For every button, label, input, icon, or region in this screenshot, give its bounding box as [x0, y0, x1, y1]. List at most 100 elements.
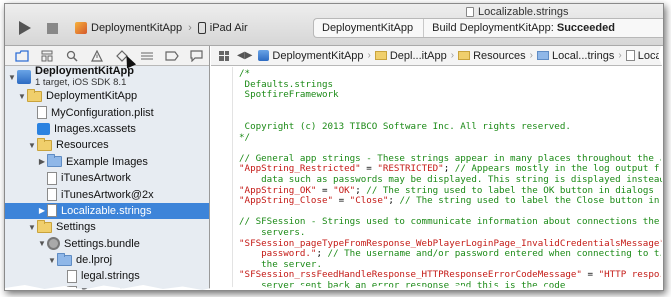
code-string: "AppString_OK": [239, 184, 317, 196]
code-text[interactable]: /* Defaults.strings SpotfireFramework Co…: [239, 69, 663, 290]
tree-item[interactable]: ▶ Localizable.strings: [5, 202, 209, 220]
jump-bar: ◀ ▶ DeploymentKitApp › Depl...itApp › Resour…: [211, 46, 663, 66]
chevron-right-icon: ›: [450, 50, 455, 61]
project-root-text: DeploymentKitApp 1 target, iOS SDK 8.1: [35, 66, 134, 89]
build-status-prefix: Build DeploymentKitApp:: [432, 22, 554, 34]
code-token: =: [360, 163, 378, 175]
disclosure-open-icon[interactable]: ▼: [47, 256, 57, 265]
code-string: "HTTP response: [598, 269, 663, 281]
code-comment: // The username and/or password entered …: [327, 248, 663, 260]
code-comment: // The string used to label the OK butto…: [366, 184, 663, 196]
jump-bar-item[interactable]: DeploymentKitApp: [258, 49, 364, 62]
file-icon: [47, 204, 57, 218]
disclosure-closed-icon[interactable]: ▶: [37, 157, 47, 166]
code-line: */: [239, 131, 663, 144]
jump-bar-path: DeploymentKitApp › Depl...itApp › Resources ›…: [258, 49, 663, 62]
code-comment: // Appears mostly in the log output from: [454, 163, 663, 175]
jump-bar-item[interactable]: Depl...itApp: [374, 50, 447, 62]
forward-arrow-icon[interactable]: ▶: [245, 50, 253, 61]
project-navigator: ▼ DeploymentKitApp 1 target, iOS SDK 8.1…: [5, 46, 210, 290]
file-icon: [37, 106, 47, 120]
jump-bar-item-label: DeploymentKitApp: [272, 49, 364, 62]
tree-item-label: Settings: [56, 221, 96, 234]
disclosure-closed-icon[interactable]: ▶: [37, 206, 47, 215]
folder-icon: [374, 51, 387, 60]
symbol-navigator-tab-icon[interactable]: [38, 49, 55, 63]
disclosure-open-icon[interactable]: ▼: [27, 141, 37, 150]
tree-item[interactable]: iTunesArtwork@2x: [5, 186, 209, 202]
disclosure-open-icon[interactable]: ▼: [37, 239, 47, 248]
chevron-right-icon: ›: [529, 50, 533, 61]
xcodeproj-icon: [258, 50, 270, 61]
disclosure-open-icon[interactable]: ▼: [27, 223, 37, 232]
file-icon: [67, 269, 77, 283]
tree-item[interactable]: MyConfiguration.plist: [5, 104, 209, 120]
disclosure-open-icon[interactable]: ▼: [17, 92, 27, 101]
window-title: Localizable.strings: [466, 5, 569, 18]
tree-item[interactable]: ▼ DeploymentKitApp: [5, 88, 209, 104]
back-arrow-icon[interactable]: ◀: [237, 50, 245, 61]
source-editor: ◀ ▶ DeploymentKitApp › Depl...itApp › Resour…: [211, 46, 663, 290]
tree-item[interactable]: ▼ Resources: [5, 137, 209, 153]
tree-item[interactable]: ▼ de.lproj: [5, 252, 209, 268]
tree-item[interactable]: legal.strings: [5, 268, 209, 284]
jump-bar-item[interactable]: Resources: [458, 50, 526, 62]
project-navigator-tab-icon[interactable]: [13, 49, 30, 63]
app-icon: [75, 22, 87, 34]
code-token: ;: [316, 248, 328, 260]
tree-item-label: Images.xcassets: [54, 122, 136, 135]
project-root-row[interactable]: ▼ DeploymentKitApp 1 target, iOS SDK 8.1: [5, 66, 209, 89]
search-icon[interactable]: [63, 49, 80, 63]
asset-catalog-icon: [37, 122, 50, 135]
tree-item-label: Localizable.strings: [61, 204, 152, 217]
code-comment: // SFSession - Strings used to communica…: [239, 216, 663, 228]
tree-item-label: Example Images: [66, 155, 148, 168]
file-icon: [625, 50, 635, 61]
jump-bar-item-label: Local...trings: [552, 49, 615, 62]
code-string: "OK": [333, 184, 356, 196]
code-string: "SFSession_rssFeedHandleResponse_HTTPRes…: [239, 269, 582, 281]
chevron-right-icon: ›: [188, 22, 192, 34]
toolbar: Localizable.strings DeploymentKitApp › i…: [5, 4, 663, 46]
window-title-text: Localizable.strings: [478, 5, 569, 18]
code-comment: */: [239, 131, 251, 143]
folder-icon: [458, 51, 471, 60]
navigator-tabs: [5, 46, 209, 66]
code-string: "RESTRICTED": [377, 163, 444, 175]
scheme-name: DeploymentKitApp: [91, 22, 183, 34]
chevron-right-icon: ›: [618, 50, 622, 61]
tree-item[interactable]: iTunesArtwork: [5, 170, 209, 186]
tree-item[interactable]: ▼ Settings.bundle: [5, 236, 209, 252]
stop-button[interactable]: [47, 23, 58, 34]
warning-icon[interactable]: [88, 49, 105, 63]
document-icon: [466, 6, 474, 17]
project-subtitle: 1 target, iOS SDK 8.1: [35, 77, 127, 88]
jump-bar-item[interactable]: Local...trings: [537, 50, 614, 62]
code-token: ;: [355, 184, 367, 196]
folder-icon: [37, 137, 52, 151]
related-items-icon[interactable]: [215, 50, 229, 61]
file-icon: [47, 171, 57, 185]
code-comment: Copyright (c) 2013 TIBCO Software Inc. A…: [239, 120, 571, 132]
folder-icon: [27, 88, 42, 102]
destination-name: iPad Air: [209, 22, 248, 34]
breakpoint-icon[interactable]: [163, 49, 180, 63]
file-tree: ▼ DeploymentKitApp 1 target, iOS SDK 8.1…: [5, 66, 209, 290]
run-button[interactable]: [19, 21, 31, 35]
tree-item[interactable]: ▶ Example Images: [5, 154, 209, 170]
code-string: "AppString_Close": [239, 195, 334, 207]
code-comment: // General app strings - These strings a…: [239, 152, 663, 164]
disclosure-open-icon[interactable]: ▼: [7, 73, 17, 82]
code-token: ;: [443, 163, 455, 175]
debug-icon[interactable]: [138, 49, 155, 63]
code-comment: servers.: [239, 226, 306, 238]
line-gutter: [211, 67, 233, 290]
xcodeproj-icon: [17, 70, 31, 84]
scheme-selector[interactable]: DeploymentKitApp › iPad Air: [75, 19, 248, 37]
tree-item[interactable]: ▼ Settings: [5, 219, 209, 235]
tree-item-label: legal.strings: [81, 270, 140, 283]
tree-item-label: Settings.bundle: [64, 237, 140, 250]
code-string: "AppString_Restricted": [239, 163, 361, 175]
log-icon[interactable]: [188, 49, 205, 63]
tree-item[interactable]: Images.xcassets: [5, 121, 209, 137]
